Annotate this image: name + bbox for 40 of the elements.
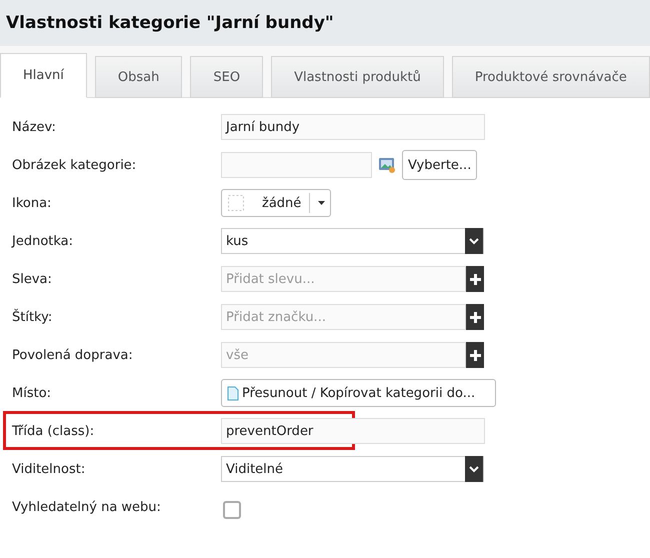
image-icon[interactable] xyxy=(378,156,396,174)
document-icon xyxy=(227,386,239,400)
field-label: Vyhledatelný na webu: xyxy=(11,500,162,514)
icon-dropdown[interactable]: žádné xyxy=(221,189,332,217)
plus-icon xyxy=(470,274,480,284)
dropdown-button[interactable] xyxy=(465,456,483,482)
image-path-field[interactable] xyxy=(221,152,372,178)
field-label: Štítky: xyxy=(11,310,54,324)
choose-button[interactable]: Vyberte... xyxy=(402,150,478,180)
tab[interactable]: SEO xyxy=(190,56,264,98)
plus-icon xyxy=(470,312,480,322)
checkbox[interactable] xyxy=(223,501,241,519)
page-title: Vlastnosti kategorie "Jarní bundy" xyxy=(6,13,334,33)
chevron-down-icon xyxy=(469,465,479,473)
plus-icon xyxy=(470,350,480,360)
tab[interactable]: Hlavní xyxy=(0,53,87,98)
text-field[interactable]: Jarní bundy xyxy=(221,114,485,140)
field-label: Viditelnost: xyxy=(11,462,86,476)
tab[interactable]: Vlastnosti produktů xyxy=(271,56,444,98)
select-field[interactable]: Viditelné xyxy=(221,456,484,482)
add-button[interactable] xyxy=(466,266,484,292)
chevron-down-icon xyxy=(469,237,479,245)
move-copy-button[interactable]: Přesunout / Kopírovat kategorii do... xyxy=(221,379,496,407)
tab[interactable]: Obsah xyxy=(94,56,182,98)
text-field[interactable]: preventOrder xyxy=(221,418,485,444)
add-button[interactable] xyxy=(466,342,484,368)
field-label: Místo: xyxy=(11,386,52,400)
field-label: Třída (class): xyxy=(11,424,96,438)
field-label: Sleva: xyxy=(11,272,53,286)
field-label: Povolená doprava: xyxy=(11,348,134,362)
select-field[interactable]: kus xyxy=(221,228,484,254)
empty-icon-preview xyxy=(228,195,244,211)
dropdown-button[interactable] xyxy=(465,228,483,254)
add-button[interactable] xyxy=(466,304,484,330)
caret-icon xyxy=(318,201,326,205)
field-label: Jednotka: xyxy=(10,234,74,248)
field-label: Obrázek kategorie: xyxy=(11,158,138,172)
field-label: Ikona: xyxy=(11,196,52,210)
field-label: Název: xyxy=(11,120,57,134)
tab[interactable]: Produktové srovnávače xyxy=(452,56,650,98)
